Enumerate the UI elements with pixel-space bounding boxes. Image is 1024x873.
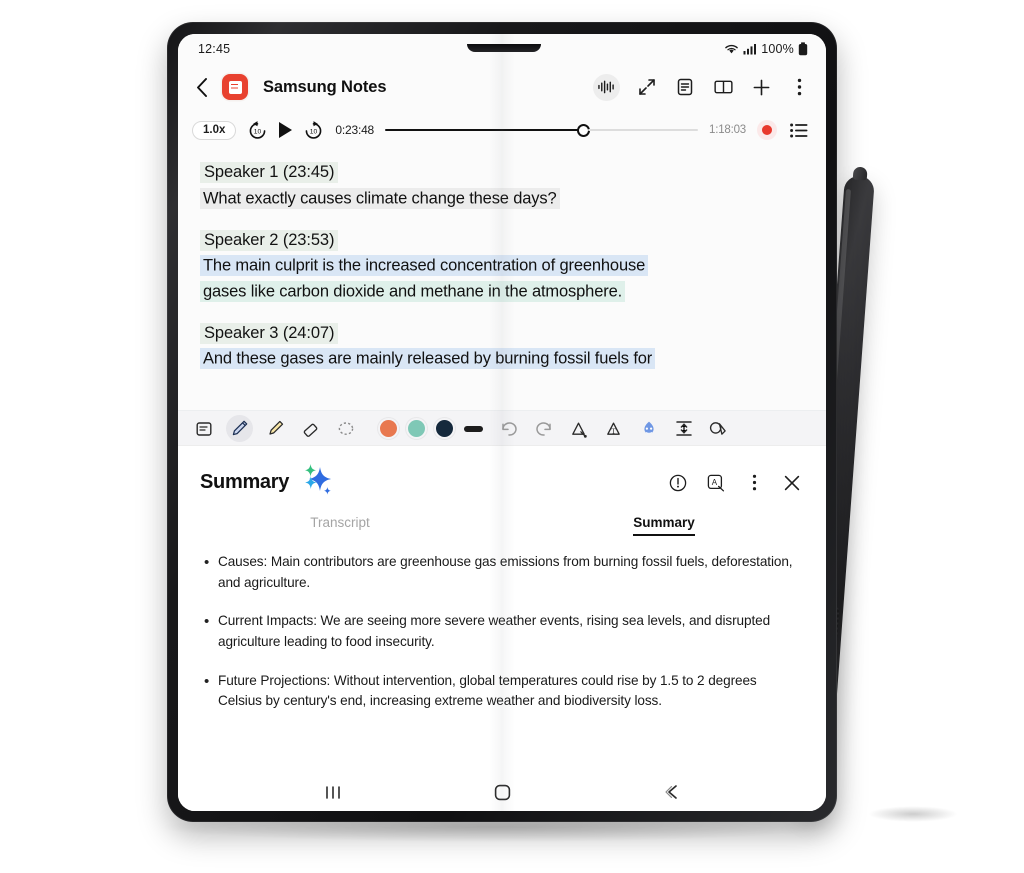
undo-icon[interactable] [496, 416, 521, 441]
add-icon[interactable] [750, 76, 772, 98]
color-swatch-navy[interactable] [436, 420, 453, 437]
audio-player-bar: 1.0x 10 10 0:23:48 1:18:03 [178, 110, 826, 150]
transcript-line: And these gases are mainly released by b… [200, 348, 656, 370]
text-align-icon[interactable] [671, 416, 696, 441]
voice-recording-icon[interactable] [593, 73, 620, 101]
copy-translate-icon[interactable]: A [706, 473, 726, 493]
samsung-notes-app-icon[interactable] [222, 74, 248, 100]
back-chevron-icon[interactable] [192, 77, 212, 97]
transcript-area[interactable]: Speaker 1 (23:45) What exactly causes cl… [178, 150, 826, 410]
tab-summary[interactable]: Summary [502, 505, 826, 536]
pen-toolbar: T [178, 410, 826, 446]
screenshot-stage: 12:45 100% Samsung Notes 1.0x 10 10 0:23… [0, 0, 1024, 873]
highlighter-tool[interactable] [263, 416, 288, 441]
s-pen-shadow [868, 806, 958, 822]
play-icon[interactable] [279, 122, 293, 138]
svg-text:10: 10 [254, 128, 262, 135]
rewind-10-icon[interactable]: 10 [247, 120, 268, 141]
playback-speed-button[interactable]: 1.0x [192, 120, 237, 140]
system-nav-bar [178, 773, 826, 811]
bullet-marker: • [204, 554, 210, 571]
transcript-entry: Speaker 3 (24:07) And these gases are ma… [200, 322, 804, 373]
transcript-line: What exactly causes climate change these… [200, 187, 560, 209]
seek-progress [385, 128, 580, 132]
speaker-label: Speaker 3 (24:07) [200, 322, 339, 344]
foldable-device-frame: 12:45 100% Samsung Notes 1.0x 10 10 0:23… [167, 22, 837, 822]
summary-panel: Summary A Transcript Summary • Causes: M… [178, 446, 826, 773]
text-conversion-icon[interactable]: T [601, 416, 626, 441]
summary-header: Summary A [178, 446, 826, 503]
transcript-list-icon[interactable] [788, 119, 810, 141]
ai-sparkle-icon [297, 462, 337, 503]
speaker-label: Speaker 1 (23:45) [200, 162, 339, 183]
hinge-notch [467, 44, 541, 52]
seek-slider[interactable] [385, 121, 699, 139]
color-swatch-orange[interactable] [380, 420, 397, 437]
more-options-icon[interactable] [788, 76, 810, 98]
book-view-icon[interactable] [712, 76, 734, 98]
record-icon[interactable] [757, 120, 777, 140]
transcript-entry: Speaker 1 (23:45) What exactly causes cl… [200, 162, 804, 212]
cellular-signal-icon [743, 44, 757, 55]
transcript-entry: Speaker 2 (23:53) The main culprit is th… [200, 229, 804, 305]
summary-tabs: Transcript Summary [178, 505, 826, 536]
app-bar-actions [593, 73, 810, 101]
app-title: Samsung Notes [263, 77, 387, 96]
stroke-width-swatch[interactable] [464, 425, 483, 432]
svg-text:A: A [712, 478, 718, 487]
battery-full-icon [798, 42, 808, 56]
shape-recognition-icon[interactable] [566, 416, 591, 441]
seek-remaining [588, 129, 699, 131]
note-list-icon[interactable] [674, 76, 696, 98]
bullet-marker: • [204, 672, 210, 690]
device-screen-bezel: 12:45 100% Samsung Notes 1.0x 10 10 0:23… [178, 34, 826, 811]
summary-bullet: • Future Projections: Without interventi… [204, 671, 800, 712]
battery-percent-label: 100% [761, 42, 794, 56]
svg-text:T: T [611, 427, 616, 435]
close-icon[interactable] [782, 473, 802, 493]
transcript-line: gases like carbon dioxide and methane in… [200, 280, 626, 302]
bullet-text: Causes: Main contributors are greenhouse… [218, 554, 793, 590]
total-time-label: 1:18:03 [709, 124, 746, 136]
text-box-tool[interactable] [191, 416, 216, 441]
eraser-tool[interactable] [298, 416, 323, 441]
summary-bullet: • Causes: Main contributors are greenhou… [204, 552, 800, 593]
svg-text:10: 10 [310, 128, 318, 135]
summary-title: Summary [200, 471, 290, 493]
lasso-select-tool[interactable] [333, 416, 358, 441]
speaker-label: Speaker 2 (23:53) [200, 229, 339, 251]
s-pen-tip [852, 166, 868, 181]
redo-icon[interactable] [531, 416, 556, 441]
wifi-icon [725, 44, 739, 54]
home-icon[interactable] [494, 784, 511, 801]
bullet-text: Current Impacts: We are seeing more seve… [218, 613, 771, 649]
color-swatch-mint[interactable] [408, 420, 425, 437]
expand-diagonal-icon[interactable] [636, 76, 658, 98]
bullet-marker: • [204, 613, 210, 631]
more-options-icon[interactable] [744, 473, 764, 493]
ai-assist-icon[interactable] [636, 416, 661, 441]
status-bar-time: 12:45 [198, 42, 231, 56]
screen: 12:45 100% Samsung Notes 1.0x 10 10 0:23… [178, 34, 826, 811]
summary-bullet: • Current Impacts: We are seeing more se… [204, 611, 800, 652]
transcript-line: The main culprit is the increased concen… [200, 255, 649, 277]
forward-10-icon[interactable]: 10 [303, 120, 324, 141]
app-bar: Samsung Notes [178, 64, 826, 110]
back-icon[interactable] [664, 784, 680, 800]
summary-content: • Causes: Main contributors are greenhou… [178, 536, 826, 730]
summary-actions: A [668, 473, 806, 493]
bullet-text: Future Projections: Without intervention… [218, 672, 757, 709]
pen-tool[interactable] [226, 415, 253, 442]
info-icon[interactable] [668, 473, 688, 493]
current-time-label: 0:23:48 [335, 123, 375, 137]
recent-apps-icon[interactable] [324, 785, 342, 800]
ink-select-icon[interactable] [706, 416, 731, 441]
tab-transcript[interactable]: Transcript [178, 505, 502, 536]
